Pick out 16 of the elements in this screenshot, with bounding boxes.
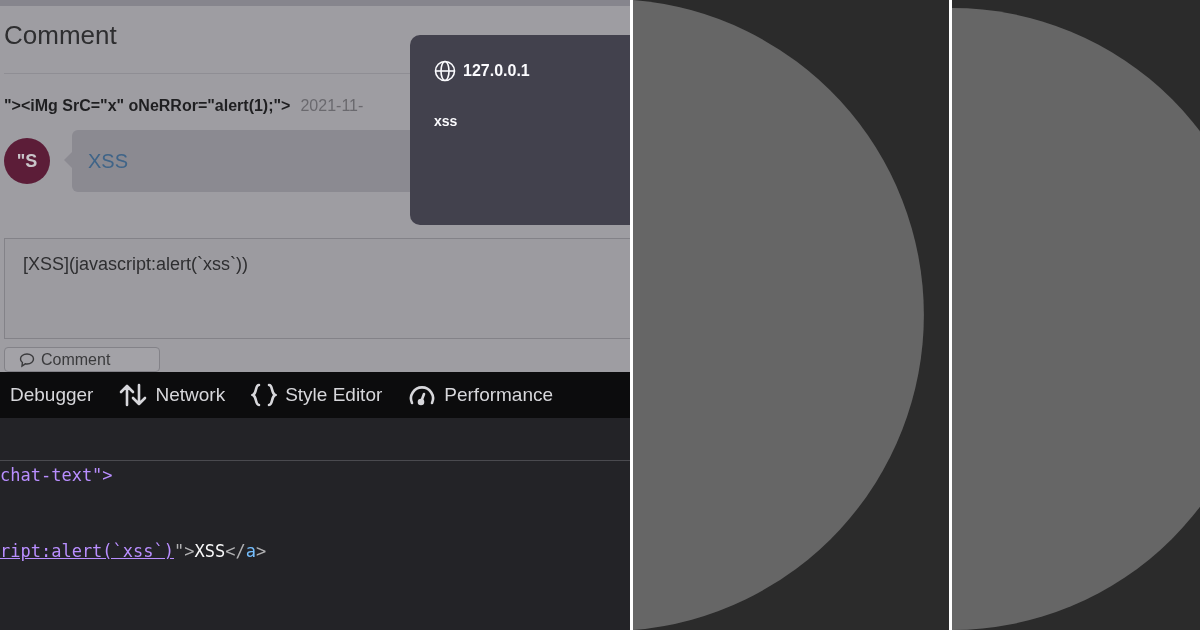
comment-button[interactable]: Comment [4,347,160,372]
comment-input[interactable]: [XSS](javascript:alert(`xss`)) [4,238,630,339]
devtools-tab[interactable]: Style Editor [251,380,383,410]
devtools-tab[interactable]: Performance [408,380,554,410]
braces-icon [251,383,278,407]
alert-message: xss [434,112,459,131]
up-down-arrows-icon [119,383,148,407]
devtools-tab[interactable]: Network [119,380,226,410]
code-line: ript:alert(`xss`)">XSS</a> [0,540,268,563]
gauge-icon [408,383,437,407]
avatar: "S [4,138,50,184]
devtools-tab[interactable]: Debugger [10,380,94,410]
code-line: chat-text"> [0,464,114,487]
comment-author: "><iMg SrC="x" oNeRRor="alert(1);"> [4,96,291,116]
globe-icon [434,60,456,82]
speech-bubble-icon [19,351,35,368]
